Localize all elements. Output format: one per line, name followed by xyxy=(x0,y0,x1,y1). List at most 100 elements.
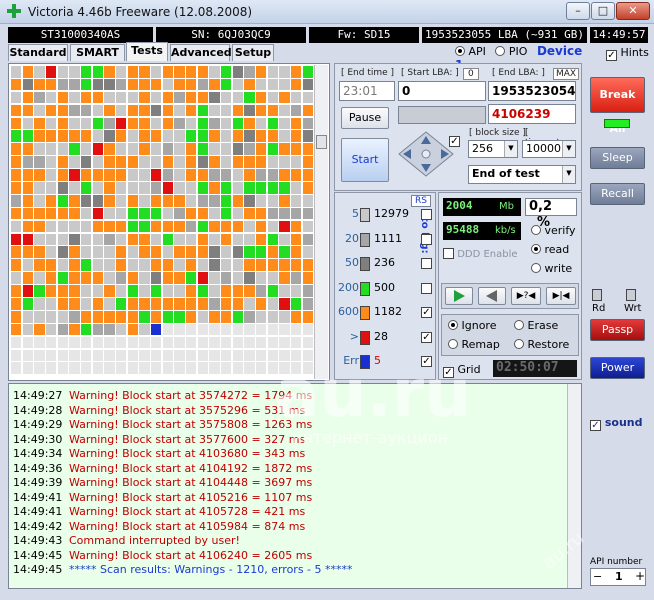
block-cell xyxy=(185,78,197,91)
block-cell xyxy=(104,156,115,168)
increment-icon[interactable]: + xyxy=(635,569,645,583)
write-option[interactable]: write xyxy=(531,262,572,275)
break-all-button[interactable]: Break All xyxy=(590,77,645,135)
hints-checkbox[interactable]: ✓ xyxy=(606,50,617,61)
legend-log-checkbox[interactable] xyxy=(421,233,432,245)
start-button[interactable]: Start xyxy=(341,138,389,182)
pause-button[interactable]: Pause xyxy=(341,107,389,129)
rs-button[interactable]: RS xyxy=(411,195,431,207)
read-option[interactable]: read xyxy=(531,243,569,256)
read-radio[interactable] xyxy=(531,244,541,254)
minimize-button[interactable]: – xyxy=(566,2,590,20)
ddd-option[interactable]: DDD Enable xyxy=(443,248,518,260)
end-lba-input[interactable]: 1953523054 xyxy=(488,81,576,101)
decrement-icon[interactable]: − xyxy=(593,570,602,583)
end-of-test-select[interactable]: End of test ▼ xyxy=(468,165,576,184)
start-lba-input[interactable]: 0 xyxy=(398,81,486,101)
end-lba-max-button[interactable]: MAX xyxy=(553,68,580,80)
sound-option[interactable]: ✓ sound xyxy=(590,416,642,431)
block-cell xyxy=(255,194,267,207)
block-size-select[interactable]: 256 ▼ xyxy=(468,140,518,158)
block-cell xyxy=(162,336,174,349)
block-cell xyxy=(162,349,174,362)
ignore-radio[interactable] xyxy=(448,320,458,330)
block-cell xyxy=(45,233,57,246)
remap-radio[interactable] xyxy=(448,339,458,349)
erase-radio[interactable] xyxy=(514,320,524,330)
block-cell xyxy=(174,298,185,310)
block-cell xyxy=(162,194,174,207)
start-lba-badge: 0 xyxy=(463,68,479,80)
block-cell xyxy=(11,169,22,181)
erase-option[interactable]: Erase xyxy=(514,319,558,332)
skip-question-icon: ▶?◀ xyxy=(516,291,536,301)
tab-smart[interactable]: SMART xyxy=(70,44,125,61)
block-cell xyxy=(279,310,290,323)
sleep-button[interactable]: Sleep xyxy=(590,147,645,169)
block-cell xyxy=(267,259,278,271)
block-cell xyxy=(279,207,290,220)
end-time-input[interactable]: 23:01 xyxy=(339,81,395,101)
api-number-spinner[interactable]: − 1 + xyxy=(590,568,646,586)
block-cell xyxy=(162,78,174,91)
tab-advanced[interactable]: Advanced xyxy=(170,44,232,61)
power-button[interactable]: Power xyxy=(590,357,645,379)
skip-unknown-button[interactable]: ▶?◀ xyxy=(511,287,541,305)
block-cell xyxy=(185,169,197,181)
block-cell xyxy=(34,285,45,297)
block-cell xyxy=(92,272,104,284)
legend-log-checkbox[interactable]: ✓ xyxy=(421,307,432,318)
restore-radio[interactable] xyxy=(514,339,524,349)
block-cell xyxy=(267,91,278,104)
block-cell xyxy=(162,285,174,297)
play-button[interactable] xyxy=(445,287,473,305)
grid-scrollbar[interactable] xyxy=(314,65,328,379)
verify-option[interactable]: verify xyxy=(531,224,576,237)
block-cell xyxy=(150,207,162,220)
write-radio[interactable] xyxy=(531,263,541,273)
log-time: 14:49:41 xyxy=(13,490,63,504)
restore-label: Restore xyxy=(527,338,570,351)
maximize-button[interactable]: □ xyxy=(591,2,615,20)
tab-tests[interactable]: Tests xyxy=(126,42,168,61)
block-cell xyxy=(185,194,197,207)
block-cell xyxy=(22,91,34,104)
block-cell xyxy=(104,349,115,362)
block-cell xyxy=(162,246,174,259)
restore-option[interactable]: Restore xyxy=(514,338,569,351)
pio-label: PIO xyxy=(508,45,528,58)
passp-button[interactable]: Passp xyxy=(590,319,645,341)
rewind-button[interactable] xyxy=(478,287,506,305)
remap-option[interactable]: Remap xyxy=(448,338,500,351)
block-cell xyxy=(185,143,197,155)
timeout-select[interactable]: 10000 ▼ xyxy=(522,140,576,158)
hints-toggle[interactable]: ✓ Hints xyxy=(606,46,649,61)
legend-log-checkbox[interactable] xyxy=(421,282,432,294)
block-cell xyxy=(104,66,115,78)
ignore-option[interactable]: Ignore xyxy=(448,319,496,332)
block-cell xyxy=(279,336,290,349)
block-cell xyxy=(197,323,208,336)
block-cell xyxy=(22,336,34,349)
tab-standard[interactable]: Standard xyxy=(8,44,68,61)
block-cell xyxy=(34,130,45,143)
ddd-checkbox[interactable] xyxy=(443,248,454,259)
recall-button[interactable]: Recall xyxy=(590,183,645,205)
block-cell xyxy=(57,233,69,246)
legend-log-checkbox[interactable] xyxy=(421,258,432,269)
block-cell xyxy=(174,362,185,375)
seek-arrows-icon[interactable] xyxy=(397,130,455,178)
end-button[interactable]: ▶|◀ xyxy=(546,287,576,305)
tab-setup[interactable]: Setup xyxy=(232,44,274,61)
pio-radio[interactable] xyxy=(495,46,506,56)
close-button[interactable]: ✕ xyxy=(616,2,650,20)
legend-log-checkbox[interactable] xyxy=(421,209,432,220)
grid-scroll-thumb[interactable] xyxy=(316,135,327,149)
seek-checkbox[interactable]: ✓ xyxy=(449,136,460,147)
legend-log-checkbox[interactable]: ✓ xyxy=(421,331,432,343)
block-cell xyxy=(209,78,220,91)
block-cell xyxy=(80,246,92,259)
api-radio[interactable] xyxy=(455,46,465,56)
sound-checkbox[interactable]: ✓ xyxy=(590,420,601,431)
verify-radio[interactable] xyxy=(531,225,541,235)
